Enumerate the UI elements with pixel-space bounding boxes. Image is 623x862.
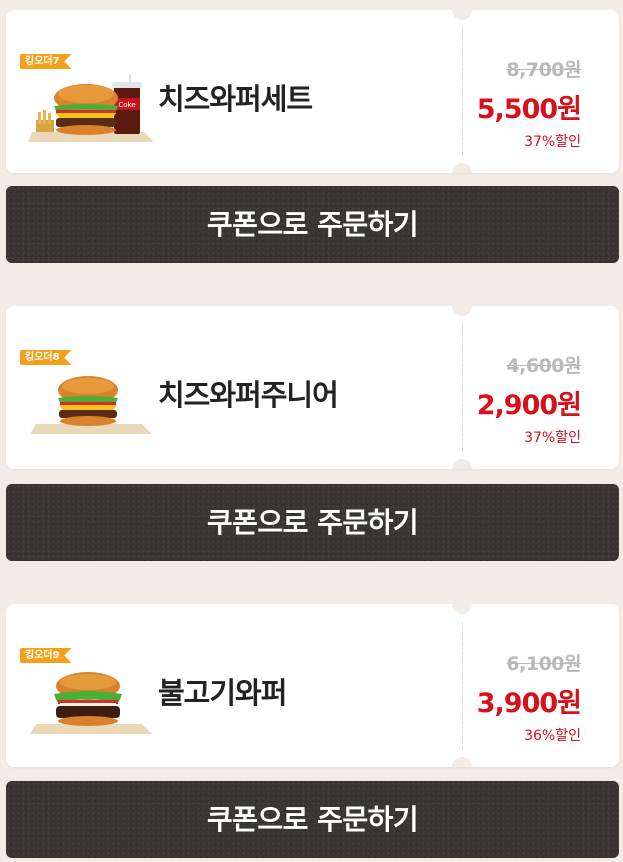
coupon-badge: 킹오더8 — [20, 350, 72, 365]
ticket-divider — [462, 28, 463, 155]
product-name: 치즈와퍼세트 — [158, 82, 313, 116]
coupon-badge: 킹오더9 — [20, 648, 72, 663]
ticket-divider — [462, 622, 463, 749]
ticket-notch-bottom — [452, 757, 472, 767]
product-name: 불고기와퍼 — [158, 676, 287, 710]
discount-rate: 37%할인 — [524, 134, 581, 150]
ticket-notch-bottom — [452, 459, 472, 469]
order-with-coupon-button[interactable]: 쿠폰으로 주문하기 — [6, 186, 619, 263]
discount-rate: 36%할인 — [524, 728, 581, 744]
cheeseburger-icon — [30, 376, 152, 434]
ticket-notch-top — [452, 306, 472, 316]
ticket-notch-top — [452, 10, 472, 20]
ticket-notch-top — [452, 604, 472, 614]
order-with-coupon-button[interactable]: 쿠폰으로 주문하기 — [6, 781, 619, 858]
coupon-card[interactable]: 킹오더8 치즈와퍼주니어 4,600원 2,900원 37%할인 — [6, 306, 619, 469]
order-with-coupon-button[interactable]: 쿠폰으로 주문하기 — [6, 484, 619, 561]
original-price: 4,600원 — [506, 355, 581, 377]
coupon-card[interactable]: 킹오더9 불고기와퍼 6,100원 3,900원 36%할인 — [6, 604, 619, 767]
original-price: 6,100원 — [506, 653, 581, 675]
coupon-badge: 킹오더7 — [20, 54, 72, 69]
sale-price: 2,900원 — [476, 390, 582, 421]
ticket-notch-bottom — [452, 163, 472, 173]
burger-set-with-coke-icon: Coke — [28, 74, 154, 142]
discount-rate: 37%할인 — [524, 430, 581, 446]
coupon-card[interactable]: 킹오더7 Coke 치즈와퍼세트 8,700원 5,500원 37%할인 — [6, 10, 619, 173]
original-price: 8,700원 — [506, 59, 581, 81]
product-name: 치즈와퍼주니어 — [158, 378, 339, 412]
svg-text:Coke: Coke — [118, 101, 135, 109]
ticket-divider — [462, 324, 463, 451]
sale-price: 5,500원 — [476, 94, 582, 125]
bulgogi-burger-icon — [30, 672, 152, 734]
sale-price: 3,900원 — [476, 688, 582, 719]
